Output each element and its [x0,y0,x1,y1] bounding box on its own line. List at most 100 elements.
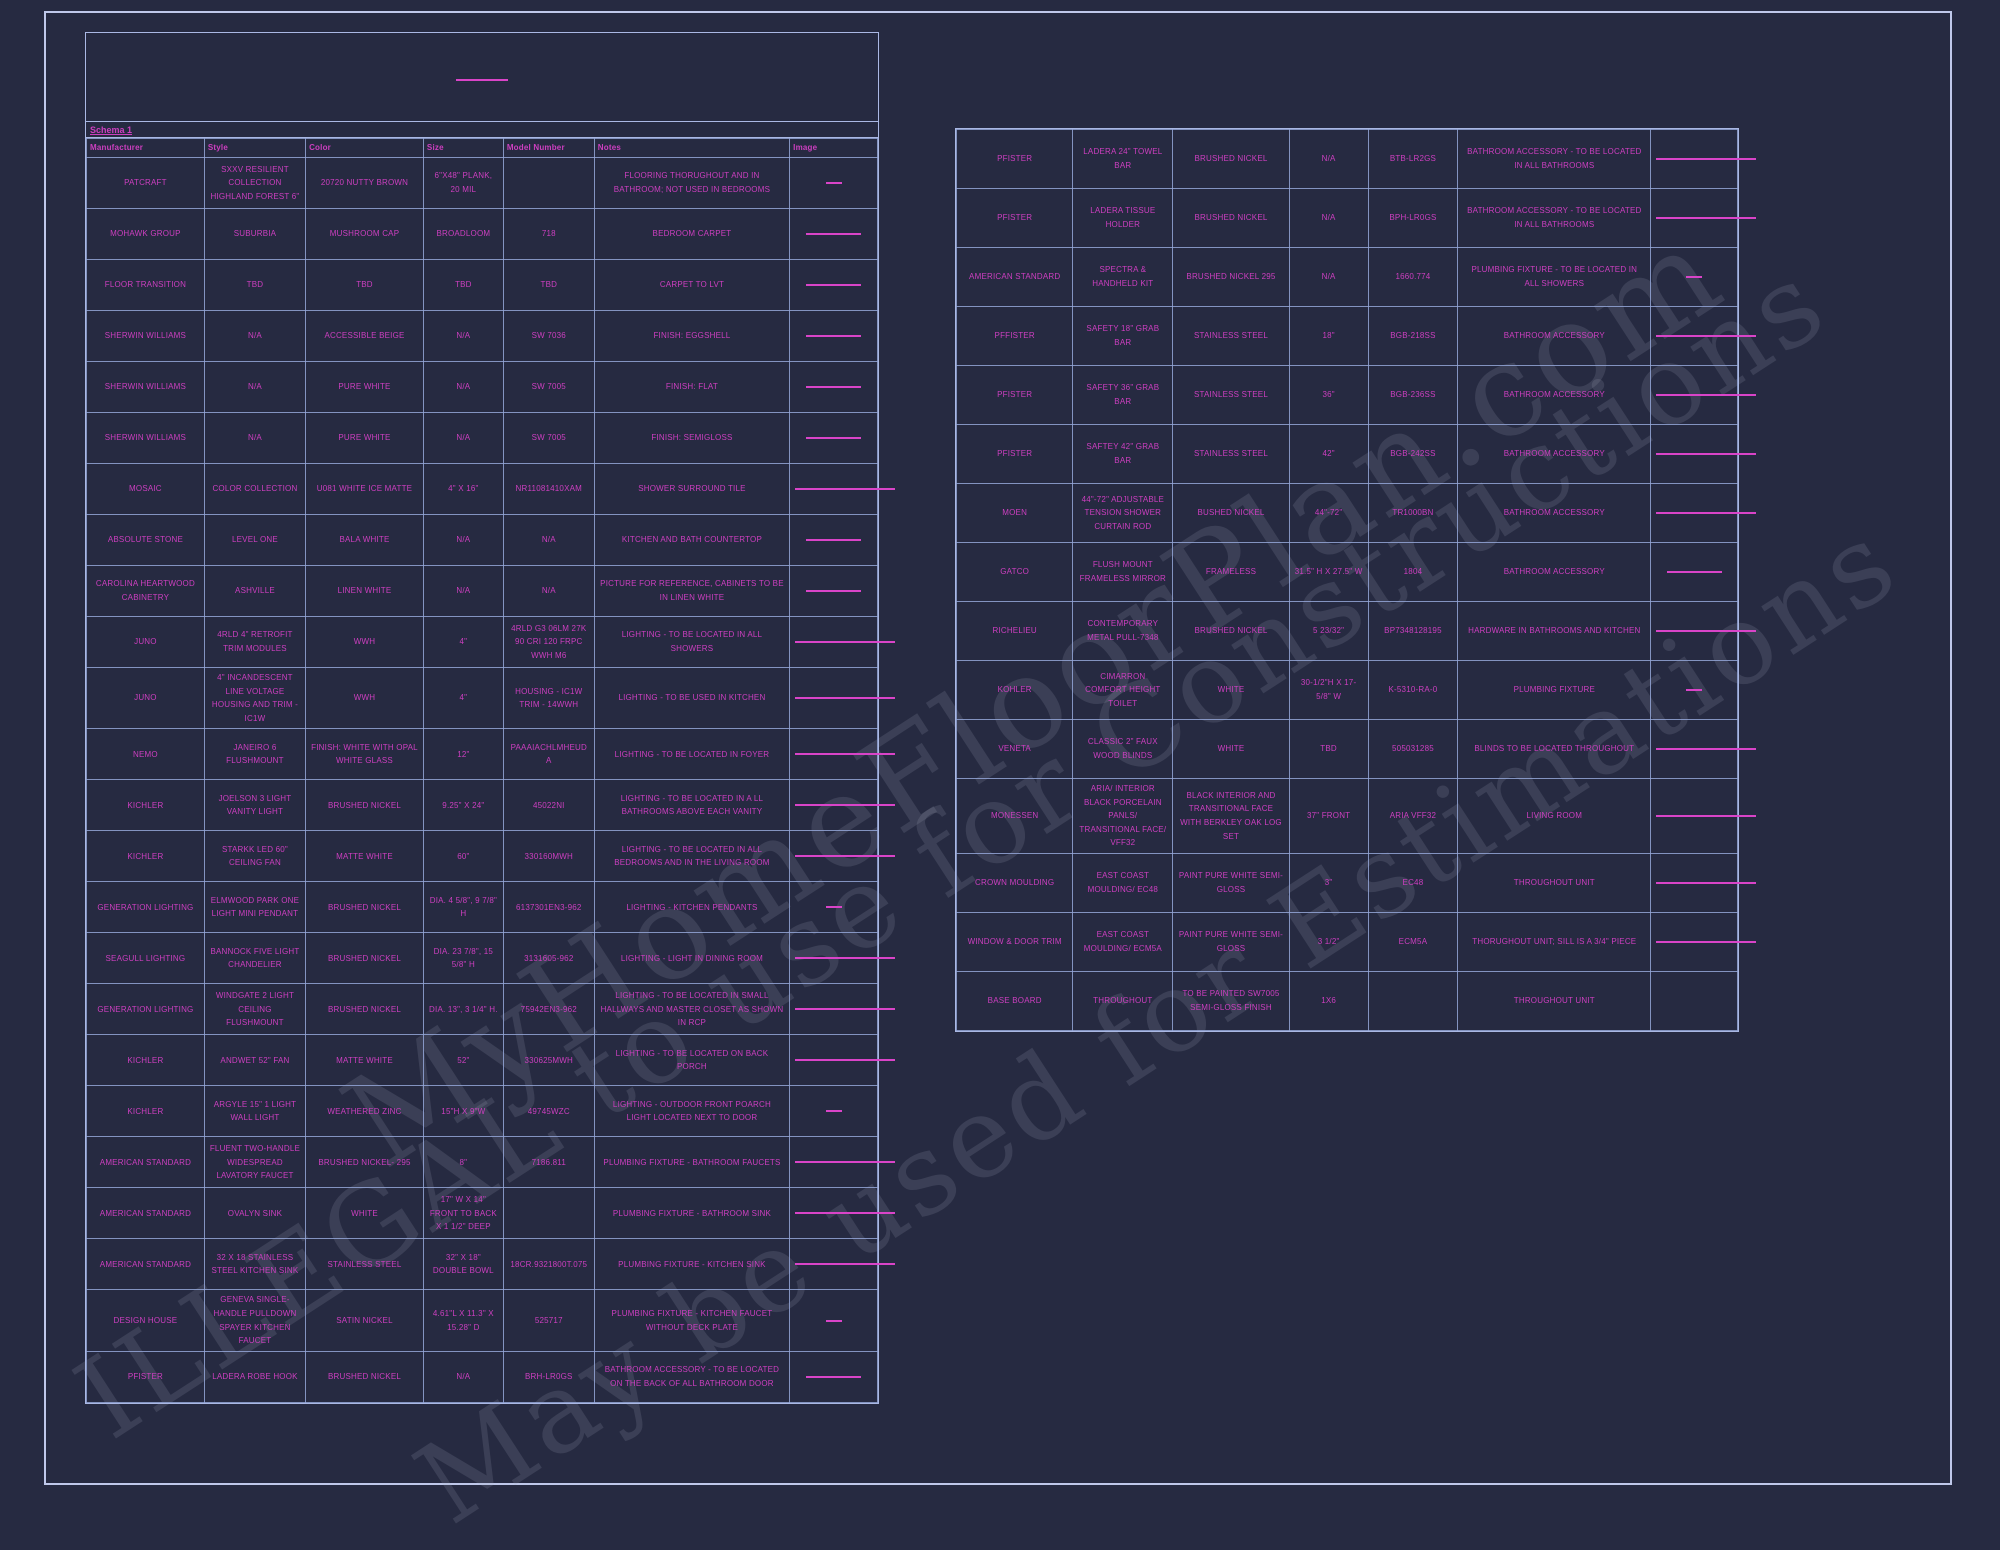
image-placeholder-line [826,906,842,908]
cell-notes: LIVING ROOM [1458,779,1651,854]
cell-size: 18" [1289,307,1368,366]
cell-size: 6"X48" PLANK, 20 MIL [423,158,503,209]
cell-notes: LIGHTING - KITCHEN PENDANTS [594,882,789,933]
schedule-row: AMERICAN STANDARDFLUENT TWO-HANDLE WIDES… [87,1137,878,1188]
cell-manufacturer: PFISTER [957,425,1073,484]
schedule-row: KICHLERARGYLE 15" 1 LIGHT WALL LIGHTWEAT… [87,1086,878,1137]
cell-size: TBD [1289,720,1368,779]
image-placeholder-line [826,1320,842,1322]
cell-size: N/A [1289,130,1368,189]
schedule-row: PFISTERLADERA TISSUE HOLDERBRUSHED NICKE… [957,189,1738,248]
cell-style: COLOR COLLECTION [204,464,305,515]
cell-manufacturer: PATCRAFT [87,158,205,209]
cell-image [1651,484,1738,543]
image-placeholder-line [1667,571,1722,573]
cell-image [1651,720,1738,779]
cell-color: BRUSHED NICKEL [1173,189,1289,248]
schedule-row: PFISTERSAFETY 36" GRAB BARSTAINLESS STEE… [957,366,1738,425]
cell-notes: CARPET TO LVT [594,260,789,311]
cell-size: N/A [1289,189,1368,248]
cell-notes: FINISH: FLAT [594,362,789,413]
cell-image [790,311,878,362]
image-placeholder-line [795,641,895,643]
cell-notes: BATHROOM ACCESSORY [1458,543,1651,602]
image-placeholder-line [795,1212,895,1214]
cell-style: WINDGATE 2 LIGHT CEILING FLUSHMOUNT [204,984,305,1035]
cell-model: N/A [503,515,594,566]
cell-image [790,831,878,882]
cell-manufacturer: KICHLER [87,780,205,831]
cell-image [790,464,878,515]
column-header-model-number: Model Number [503,139,594,158]
schedule-row: ABSOLUTE STONELEVEL ONEBALA WHITEN/AN/AK… [87,515,878,566]
image-placeholder-line [1686,689,1702,691]
cell-manufacturer: CROWN MOULDING [957,853,1073,912]
cell-color: MATTE WHITE [306,831,424,882]
cell-style: 44"-72" ADJUSTABLE TENSION SHOWER CURTAI… [1073,484,1173,543]
cell-notes: SHOWER SURROUND TILE [594,464,789,515]
schedule-row: CAROLINA HEARTWOOD CABINETRYASHVILLELINE… [87,566,878,617]
cell-size: 3" [1289,853,1368,912]
cell-notes: PLUMBING FIXTURE - KITCHEN SINK [594,1239,789,1290]
image-placeholder-line [795,957,895,959]
schedule-row: WINDOW & DOOR TRIMEAST COAST MOULDING/ E… [957,912,1738,971]
cell-color: PAINT PURE WHITE SEMI-GLOSS [1173,853,1289,912]
cell-notes: BATHROOM ACCESSORY [1458,307,1651,366]
cell-image [790,668,878,729]
cell-notes: PLUMBING FIXTURE - TO BE LOCATED IN ALL … [1458,248,1651,307]
cell-notes: PLUMBING FIXTURE [1458,661,1651,720]
cell-size: 31.5" H X 27.5" W [1289,543,1368,602]
schedule-row: SHERWIN WILLIAMSN/AACCESSIBLE BEIGEN/ASW… [87,311,878,362]
column-header-size: Size [423,139,503,158]
cell-size: 4.61"L X 11.3" X 15.28" D [423,1290,503,1351]
cell-model: TBD [503,260,594,311]
cell-style: ASHVILLE [204,566,305,617]
cell-image [790,515,878,566]
cell-style: FLUSH MOUNT FRAMELESS MIRROR [1073,543,1173,602]
cell-manufacturer: GATCO [957,543,1073,602]
cell-manufacturer: KICHLER [87,1086,205,1137]
cell-image [1651,189,1738,248]
schedule-row: KICHLERJOELSON 3 LIGHT VANITY LIGHTBRUSH… [87,780,878,831]
cell-image [790,566,878,617]
cell-image [1651,248,1738,307]
cell-notes: PICTURE FOR REFERENCE, CABINETS TO BE IN… [594,566,789,617]
cell-notes: LIGHTING - TO BE LOCATED ON BACK PORCH [594,1035,789,1086]
cell-image [790,984,878,1035]
schedule-row: PFFISTERSAFETY 18" GRAB BARSTAINLESS STE… [957,307,1738,366]
cell-image [790,1086,878,1137]
cell-color: BRUSHED NICKEL [306,882,424,933]
image-placeholder-line [1656,394,1756,396]
schedule-row: MOHAWK GROUPSUBURBIAMUSHROOM CAPBROADLOO… [87,209,878,260]
cell-color: BRUSHED NICKEL 295 [1173,248,1289,307]
image-placeholder-line [806,233,861,235]
image-placeholder-line [1656,453,1756,455]
cell-image [790,1290,878,1351]
cell-manufacturer: JUNO [87,617,205,668]
cell-style: GENEVA SINGLE-HANDLE PULLDOWN SPAYER KIT… [204,1290,305,1351]
image-placeholder-line [806,335,861,337]
cell-manufacturer: SHERWIN WILLIAMS [87,413,205,464]
cell-size: 32" X 18" DOUBLE BOWL [423,1239,503,1290]
cell-size: 9.25" X 24" [423,780,503,831]
cell-image [790,158,878,209]
cell-style: EAST COAST MOULDING/ ECM5A [1073,912,1173,971]
cell-style: LEVEL ONE [204,515,305,566]
cell-model: 718 [503,209,594,260]
image-placeholder-line [1686,276,1702,278]
cell-color: STAINLESS STEEL [1173,425,1289,484]
cell-model [1368,971,1458,1030]
cell-style: FLUENT TWO-HANDLE WIDESPREAD LAVATORY FA… [204,1137,305,1188]
cell-color: STAINLESS STEEL [1173,307,1289,366]
schedule-row: PATCRAFTSXXV RESILIENT COLLECTION HIGHLA… [87,158,878,209]
cell-manufacturer: GENERATION LIGHTING [87,984,205,1035]
schedule-row: SEAGULL LIGHTINGBANNOCK FIVE LIGHT CHAND… [87,933,878,984]
cell-notes: THROUGHOUT UNIT [1458,971,1651,1030]
cell-notes: FINISH: SEMIGLOSS [594,413,789,464]
image-placeholder-line [795,1161,895,1163]
cell-color: PAINT PURE WHITE SEMI-GLOSS [1173,912,1289,971]
cell-manufacturer: MONESSEN [957,779,1073,854]
cell-model: 505031285 [1368,720,1458,779]
cell-style: 4RLD 4" RETROFIT TRIM MODULES [204,617,305,668]
cell-style: BANNOCK FIVE LIGHT CHANDELIER [204,933,305,984]
